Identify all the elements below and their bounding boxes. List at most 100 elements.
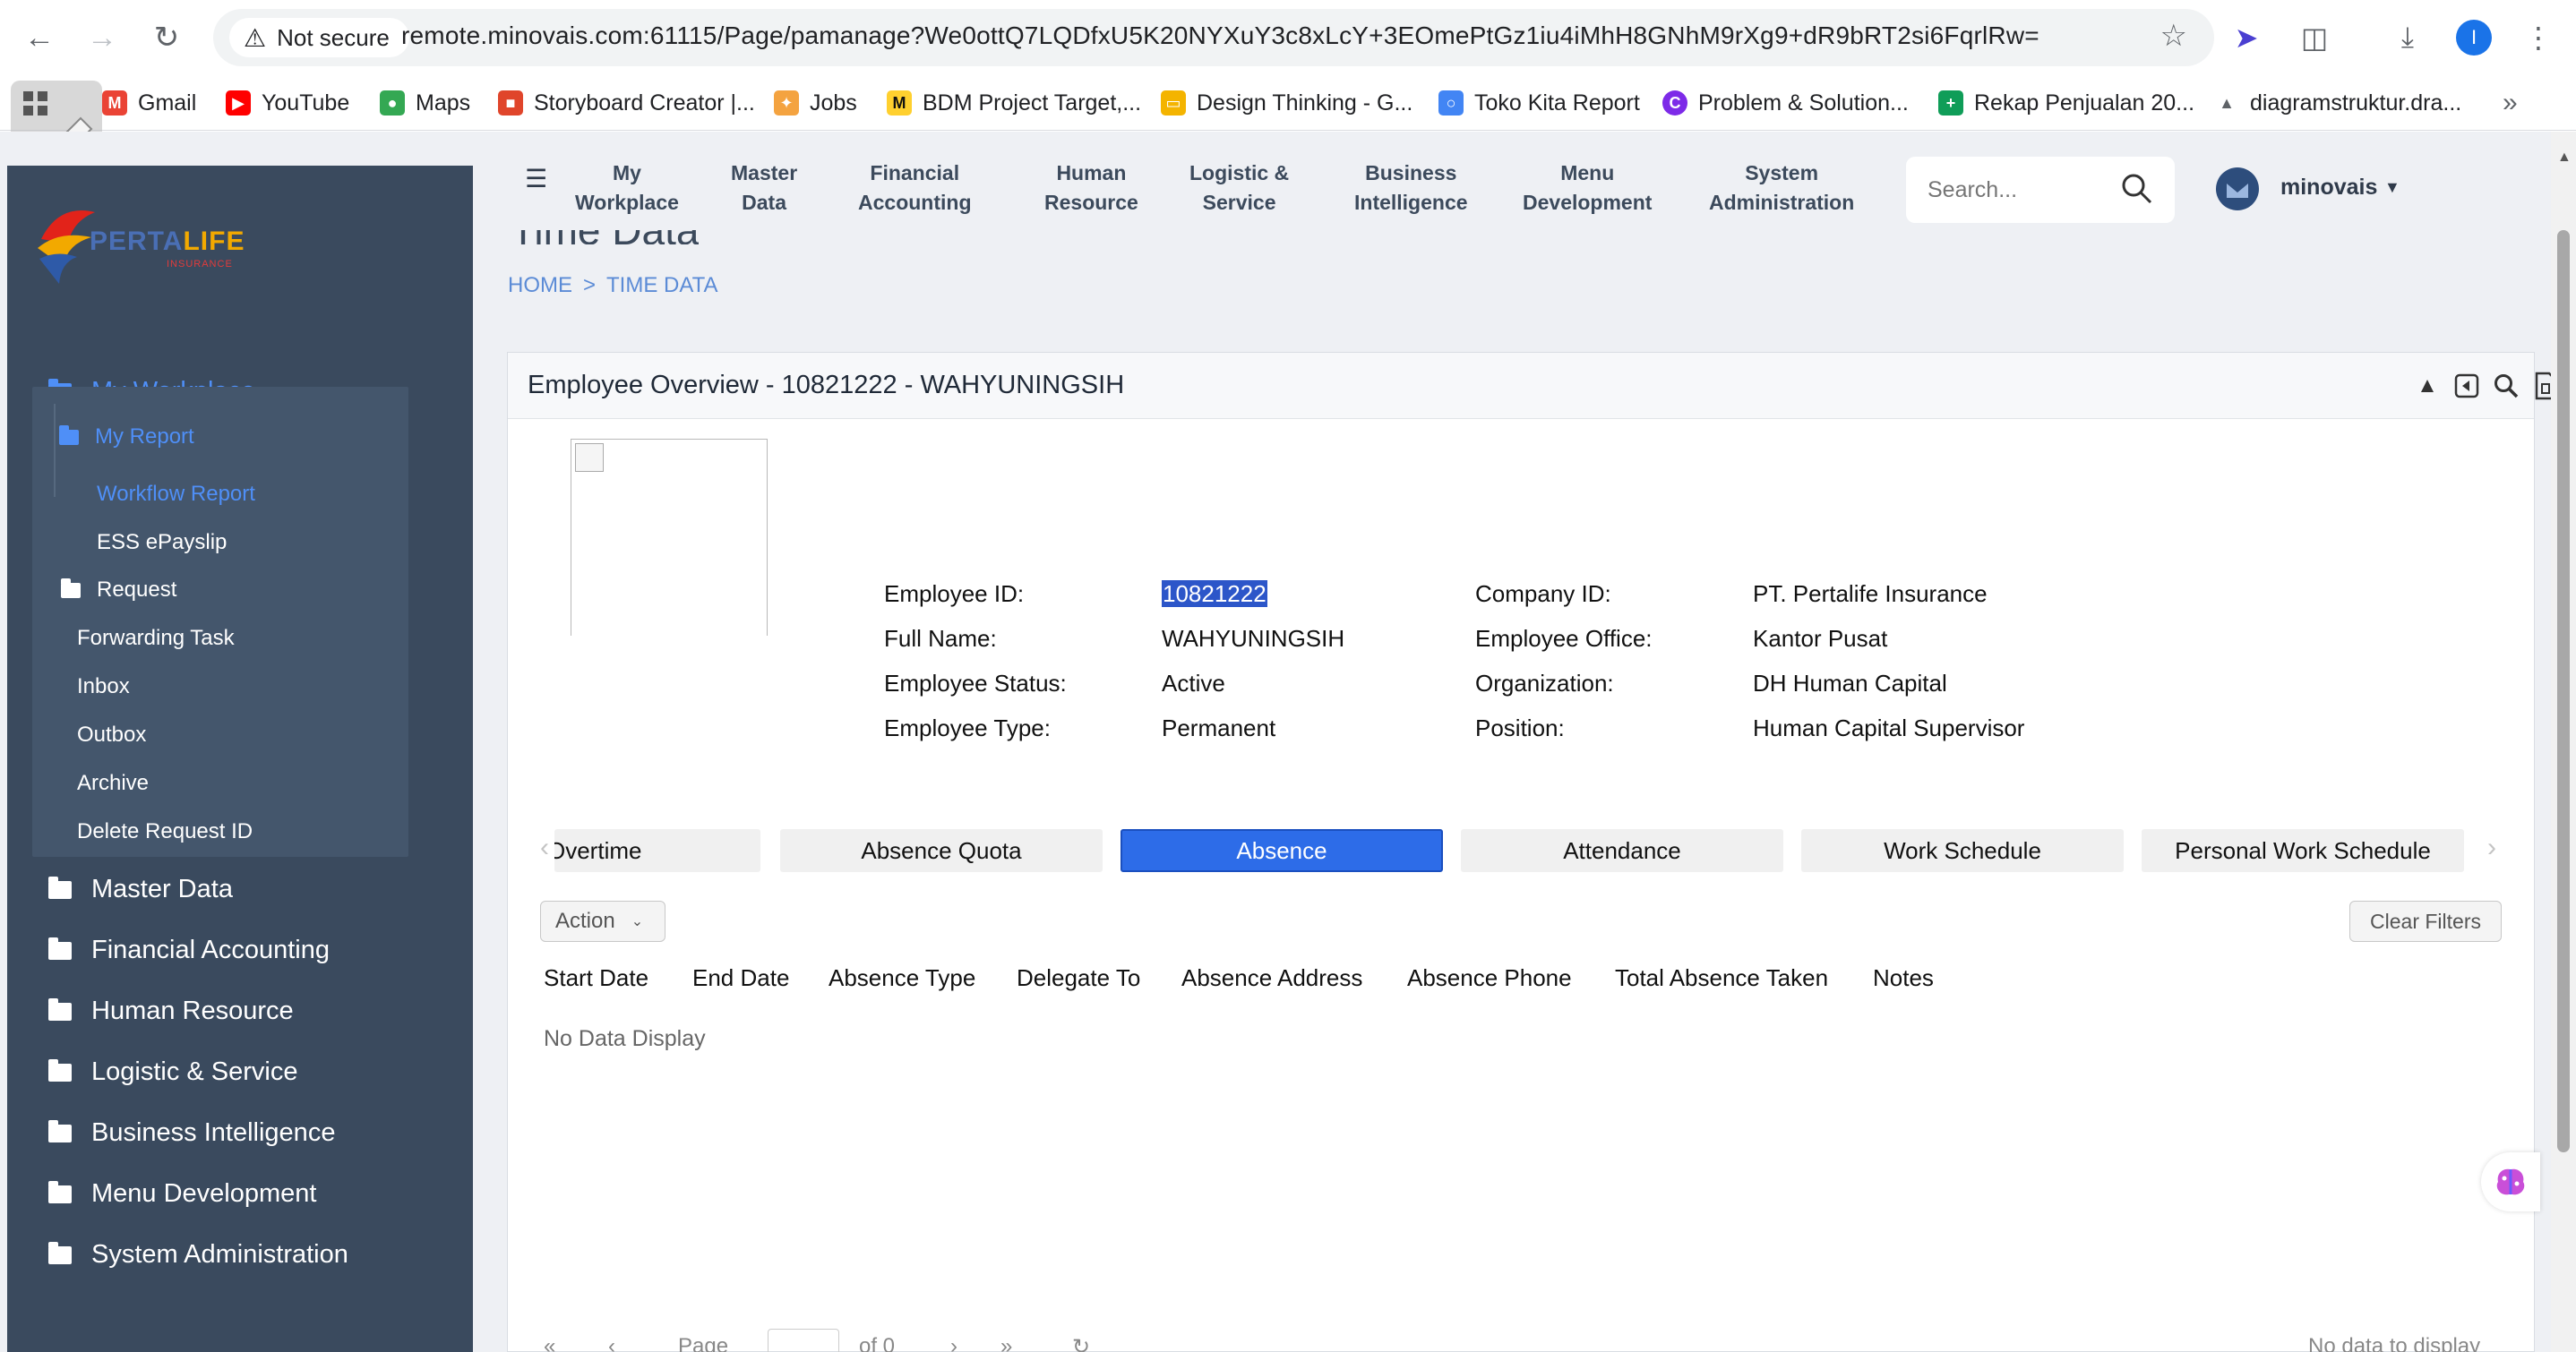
page-scrollbar[interactable]: ▲ — [2551, 132, 2576, 1352]
topnav-business-intelligence[interactable]: Business Intelligence — [1354, 158, 1468, 218]
address-bar[interactable]: ⚠ Not secure remote.minovais.com:61115/P… — [213, 9, 2214, 66]
tab-overtime[interactable]: Overtime — [554, 829, 760, 872]
topnav-system-administration[interactable]: System Administration — [1709, 158, 1854, 218]
last-page-icon[interactable]: » — [1000, 1334, 1012, 1352]
application: PERTALIFE INSURANCE My Workplace My Repo… — [0, 132, 2576, 1352]
sidebar: PERTALIFE INSURANCE My Workplace My Repo… — [7, 166, 473, 1352]
profile-avatar[interactable]: I — [2456, 20, 2492, 56]
collapse-up-icon[interactable]: ▲ — [2412, 371, 2443, 401]
bookmarks-overflow-icon[interactable]: » — [2503, 88, 2518, 118]
topnav-master-data[interactable]: Master Data — [731, 158, 797, 218]
column-header-start-date[interactable]: Start Date — [544, 964, 648, 992]
bookmark-maps[interactable]: ● Maps — [380, 88, 470, 118]
extension-rocket-icon[interactable]: ➤ — [2225, 16, 2268, 59]
jobs-icon: ✦ — [774, 90, 799, 116]
search-icon[interactable] — [2119, 171, 2155, 207]
sidebar-item-menu-development[interactable]: Menu Development — [48, 1179, 316, 1209]
column-header-delegate-to[interactable]: Delegate To — [1017, 964, 1140, 992]
topnav-logistic-service[interactable]: Logistic & Service — [1189, 158, 1289, 218]
tab-work-schedule[interactable]: Work Schedule — [1801, 829, 2124, 872]
tab-personal-work-schedule[interactable]: Personal Work Schedule — [2142, 829, 2464, 872]
folder-icon — [48, 1119, 72, 1142]
reload-icon[interactable]: ↻ — [145, 16, 188, 59]
back-box-icon[interactable] — [2451, 371, 2482, 401]
topnav-financial-accounting[interactable]: Financial Accounting — [858, 158, 972, 218]
back-arrow-icon[interactable]: ← — [18, 16, 61, 59]
gmail-icon: M — [102, 90, 127, 116]
bookmark-design-thinking[interactable]: ▭ Design Thinking - G... — [1161, 88, 1413, 118]
breadcrumb-current[interactable]: TIME DATA — [606, 273, 717, 298]
first-page-icon[interactable]: « — [544, 1334, 555, 1352]
sidebar-item-master-data[interactable]: Master Data — [48, 875, 233, 904]
topnav-human-resource[interactable]: Human Resource — [1044, 158, 1138, 218]
browser-menu-icon[interactable]: ⋮ — [2517, 16, 2560, 59]
breadcrumb-separator: > — [583, 273, 597, 297]
topnav-menu-development[interactable]: Menu Development — [1523, 158, 1652, 218]
sidebar-item-inbox[interactable]: Inbox — [77, 674, 130, 699]
bookmark-toko-kita[interactable]: ○ Toko Kita Report — [1438, 88, 1640, 118]
forward-arrow-icon[interactable]: → — [81, 16, 124, 59]
tab-absence[interactable]: Absence — [1121, 829, 1443, 872]
tabs-scroll-right-icon[interactable]: › — [2487, 833, 2496, 863]
breadcrumb: HOME > TIME DATA — [508, 273, 717, 298]
scroll-up-arrow-icon[interactable]: ▲ — [2557, 150, 2572, 166]
column-header-total-absence-taken[interactable]: Total Absence Taken — [1615, 964, 1828, 992]
sidebar-item-workflow-report[interactable]: Workflow Report — [97, 482, 255, 507]
sidebar-item-human-resource[interactable]: Human Resource — [48, 997, 294, 1026]
employee-type-value: Permanent — [1162, 715, 1276, 741]
bookmark-storyboard[interactable]: ■ Storyboard Creator |... — [498, 88, 755, 118]
sidebar-item-request[interactable]: Request — [61, 578, 176, 603]
refresh-icon[interactable]: ↻ — [1072, 1334, 1090, 1352]
prev-page-icon[interactable]: ‹ — [608, 1334, 615, 1352]
sheets-icon: + — [1938, 90, 1963, 116]
next-page-icon[interactable]: › — [950, 1334, 957, 1352]
column-header-end-date[interactable]: End Date — [692, 964, 789, 992]
sidebar-item-archive[interactable]: Archive — [77, 771, 149, 796]
topnav-my-workplace[interactable]: My Workplace — [575, 158, 679, 218]
bookmark-star-icon[interactable]: ☆ — [2160, 18, 2187, 54]
column-header-absence-address[interactable]: Absence Address — [1181, 964, 1362, 992]
url-text[interactable]: remote.minovais.com:61115/Page/pamanage?… — [401, 21, 2039, 50]
bookmark-bdm[interactable]: M BDM Project Target,... — [887, 88, 1141, 118]
tab-absence-quota[interactable]: Absence Quota — [780, 829, 1103, 872]
employee-photo — [571, 439, 768, 636]
position-value: Human Capital Supervisor — [1753, 715, 2025, 741]
ai-assistant-brain-icon[interactable] — [2481, 1152, 2540, 1211]
bookmark-diagramstruktur[interactable]: ▲ diagramstruktur.dra... — [2214, 88, 2461, 118]
bookmark-youtube[interactable]: ▶ YouTube — [226, 88, 349, 118]
download-icon[interactable]: ⤓ — [2386, 16, 2429, 59]
tabs-scroll-left-icon[interactable]: ‹ — [540, 833, 549, 863]
sidebar-item-ess-epayslip[interactable]: ESS ePayslip — [97, 530, 227, 555]
breadcrumb-home[interactable]: HOME — [508, 273, 572, 298]
action-dropdown[interactable]: Action ⌄ — [540, 901, 665, 942]
security-chip[interactable]: ⚠ Not secure — [229, 18, 409, 57]
scrollbar-thumb[interactable] — [2557, 230, 2570, 1152]
bookmark-gmail[interactable]: M Gmail — [102, 88, 196, 118]
column-header-absence-phone[interactable]: Absence Phone — [1407, 964, 1572, 992]
hamburger-menu-icon[interactable]: ☰ — [525, 164, 547, 193]
tab-attendance[interactable]: Attendance — [1461, 829, 1783, 872]
column-header-notes[interactable]: Notes — [1873, 964, 1934, 992]
bookmark-problem-solution[interactable]: C Problem & Solution... — [1662, 88, 1909, 118]
sidebar-item-outbox[interactable]: Outbox — [77, 723, 146, 748]
search-icon[interactable] — [2491, 371, 2521, 401]
user-avatar[interactable] — [2216, 167, 2259, 210]
sidebar-item-delete-request-id[interactable]: Delete Request ID — [77, 819, 253, 844]
extensions-puzzle-icon[interactable]: ◫ — [2293, 16, 2336, 59]
sidebar-item-my-report[interactable]: My Report — [59, 424, 194, 449]
bookmark-rekap-penjualan[interactable]: + Rekap Penjualan 20... — [1938, 88, 2194, 118]
user-name[interactable]: minovais — [2280, 175, 2377, 201]
sidebar-item-logistic-service[interactable]: Logistic & Service — [48, 1057, 298, 1087]
sidebar-item-system-administration[interactable]: System Administration — [48, 1240, 348, 1270]
column-header-absence-type[interactable]: Absence Type — [829, 964, 975, 992]
sidebar-item-forwarding-task[interactable]: Forwarding Task — [77, 626, 235, 651]
search-input[interactable] — [1928, 175, 2107, 205]
sidebar-item-financial-accounting[interactable]: Financial Accounting — [48, 936, 330, 965]
folder-icon — [48, 876, 72, 899]
clear-filters-button[interactable]: Clear Filters — [2349, 901, 2502, 942]
bookmark-jobs[interactable]: ✦ Jobs — [774, 88, 857, 118]
caret-down-icon[interactable]: ▼ — [2384, 178, 2400, 197]
logo-subtitle: INSURANCE — [167, 259, 233, 270]
sidebar-item-business-intelligence[interactable]: Business Intelligence — [48, 1118, 335, 1148]
page-number-input[interactable] — [768, 1329, 839, 1352]
